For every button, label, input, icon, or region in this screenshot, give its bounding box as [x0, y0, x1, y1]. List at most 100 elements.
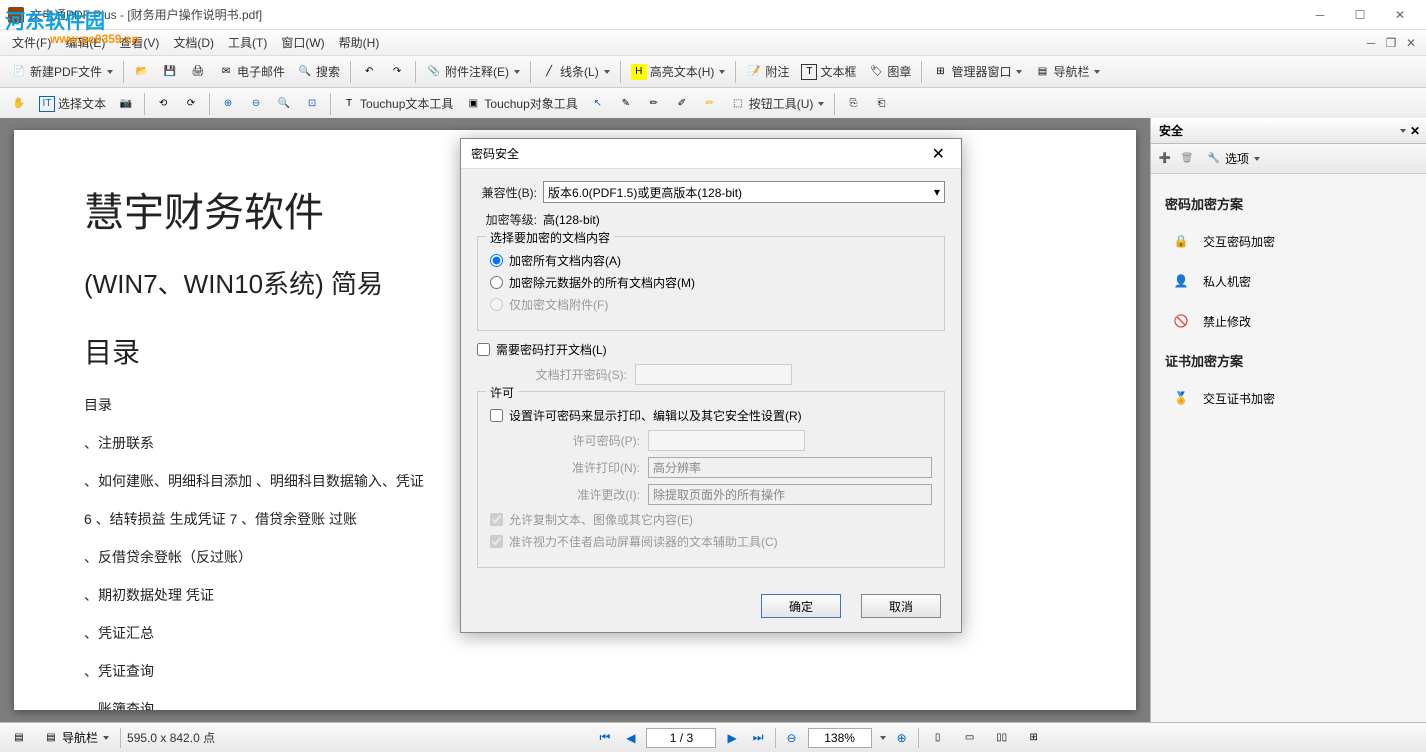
- page-input[interactable]: [646, 728, 716, 748]
- nav-bar-button[interactable]: ▤导航栏: [1029, 59, 1105, 85]
- open-password-label: 文档打开密码(S):: [477, 366, 627, 383]
- status-toggle-1[interactable]: ▤: [6, 725, 32, 751]
- window-title: 文电通PDF Plus - [财务用户操作说明书.pdf]: [30, 6, 262, 23]
- title-bar: 文电通PDF Plus - [财务用户操作说明书.pdf] ─ ☐ ✕: [0, 0, 1426, 30]
- maximize-button[interactable]: ☐: [1342, 3, 1378, 27]
- dialog-close-button[interactable]: ✕: [926, 142, 951, 166]
- last-page[interactable]: ⏭: [748, 725, 769, 751]
- no-edit-icon: 🚫: [1169, 309, 1193, 333]
- scheme-interactive-cert[interactable]: 🏅 交互证书加密: [1165, 378, 1412, 418]
- email-button[interactable]: ✉电子邮件: [213, 59, 290, 85]
- group1-title: 选择要加密的文档内容: [486, 229, 614, 246]
- ok-button[interactable]: 确定: [761, 594, 841, 618]
- menu-tools[interactable]: 工具(T): [222, 31, 273, 54]
- copy-tool[interactable]: ⎘: [840, 91, 866, 117]
- radio-encrypt-all[interactable]: 加密所有文档内容(A): [490, 252, 932, 269]
- rotate-ccw[interactable]: ⟲: [150, 91, 176, 117]
- panel-dropdown-icon[interactable]: [1400, 129, 1406, 133]
- security-panel: 安全 ✕ ➕ 🗑 🔧选项 密码加密方案 🔒 交互密码加密 👤 私人机密 🚫 禁止…: [1150, 118, 1426, 722]
- zoom-out[interactable]: ⊖: [243, 91, 269, 117]
- zoom-out-status[interactable]: ⊖: [782, 725, 802, 751]
- certificate-icon: 🏅: [1169, 386, 1193, 410]
- edit-tool-1[interactable]: ✎: [613, 91, 639, 117]
- fit-page[interactable]: ⊡: [299, 91, 325, 117]
- next-page[interactable]: ▶: [722, 725, 741, 751]
- group2-title: 许可: [486, 384, 518, 401]
- menu-file[interactable]: 文件(F): [6, 31, 57, 54]
- select-text-tool[interactable]: IT选择文本: [34, 91, 111, 117]
- save-button[interactable]: 💾: [157, 59, 183, 85]
- first-page[interactable]: ⏮: [594, 725, 615, 751]
- open-button[interactable]: 📂: [129, 59, 155, 85]
- edit-tool-2[interactable]: ✏: [641, 91, 667, 117]
- layout-continuous[interactable]: ▭: [957, 725, 983, 751]
- panel-close[interactable]: ✕: [1410, 124, 1420, 138]
- compat-select[interactable]: 版本6.0(PDF1.5)或更高版本(128-bit)▾: [543, 181, 945, 203]
- arrow-tool[interactable]: ↖: [585, 91, 611, 117]
- rotate-cw[interactable]: ⟳: [178, 91, 204, 117]
- menu-edit[interactable]: 编辑(E): [59, 31, 111, 54]
- radio-encrypt-attachments: 仅加密文档附件(F): [490, 296, 932, 313]
- password-security-dialog: 密码安全 ✕ 兼容性(B): 版本6.0(PDF1.5)或更高版本(128-bi…: [460, 138, 962, 633]
- check-set-permissions[interactable]: 设置许可密码来显示打印、编辑以及其它安全性设置(R): [490, 407, 932, 424]
- snapshot-tool[interactable]: 📷: [113, 91, 139, 117]
- radio-encrypt-except-meta[interactable]: 加密除元数据外的所有文档内容(M): [490, 274, 932, 291]
- touchup-text-tool[interactable]: TTouchup文本工具: [336, 91, 458, 117]
- highlighter-tool[interactable]: ✏: [697, 91, 723, 117]
- mdi-restore[interactable]: ❐: [1382, 36, 1400, 50]
- menu-view[interactable]: 查看(V): [113, 31, 165, 54]
- mdi-minimize[interactable]: ─: [1362, 36, 1380, 50]
- stamp-button[interactable]: 🏷图章: [863, 59, 916, 85]
- attach-note-button[interactable]: 📎附件注释(E): [421, 59, 525, 85]
- new-pdf-button[interactable]: 📄新建PDF文件: [6, 59, 118, 85]
- line-button[interactable]: ╱线条(L): [536, 59, 615, 85]
- marquee-zoom[interactable]: 🔍: [271, 91, 297, 117]
- textbox-button[interactable]: T文本框: [796, 59, 861, 85]
- menu-bar: 文件(F) 编辑(E) 查看(V) 文档(D) 工具(T) 窗口(W) 帮助(H…: [0, 30, 1426, 56]
- menu-help[interactable]: 帮助(H): [333, 31, 386, 54]
- zoom-in-status[interactable]: ⊕: [892, 725, 912, 751]
- scheme-interactive-password[interactable]: 🔒 交互密码加密: [1165, 221, 1412, 261]
- dialog-title-bar[interactable]: 密码安全 ✕: [461, 139, 961, 169]
- mdi-close[interactable]: ✕: [1402, 36, 1420, 50]
- scheme-no-modify[interactable]: 🚫 禁止修改: [1165, 301, 1412, 341]
- touchup-object-tool[interactable]: ▣Touchup对象工具: [460, 91, 582, 117]
- undo-button[interactable]: ↶: [356, 59, 382, 85]
- delete-scheme-icon[interactable]: 🗑: [1179, 151, 1195, 167]
- menu-document[interactable]: 文档(D): [167, 31, 220, 54]
- zoom-dropdown[interactable]: [880, 736, 886, 740]
- search-button[interactable]: 🔍搜索: [292, 59, 345, 85]
- layout-single[interactable]: ▯: [925, 725, 951, 751]
- section-password: 密码加密方案: [1165, 194, 1412, 213]
- paste-tool[interactable]: ⎗: [868, 91, 894, 117]
- app-icon: [8, 7, 24, 23]
- panel-title-bar: 安全 ✕: [1151, 118, 1426, 144]
- check-require-open-password[interactable]: 需要密码打开文档(L): [477, 341, 945, 358]
- cancel-button[interactable]: 取消: [861, 594, 941, 618]
- doc-line: 、凭证查询: [84, 661, 1066, 681]
- check-allow-copy: 允许复制文本、图像或其它内容(E): [490, 511, 932, 528]
- prev-page[interactable]: ◀: [621, 725, 640, 751]
- redo-button[interactable]: ↷: [384, 59, 410, 85]
- print-button[interactable]: 🖨: [185, 59, 211, 85]
- highlight-button[interactable]: H高亮文本(H): [626, 59, 731, 85]
- manager-window-button[interactable]: ⊞管理器窗口: [927, 59, 1027, 85]
- button-tool[interactable]: ⬚按钮工具(U): [725, 91, 830, 117]
- hand-tool[interactable]: ✋: [6, 91, 32, 117]
- edit-tool-3[interactable]: ✐: [669, 91, 695, 117]
- status-bar: ▤ ▤导航栏 595.0 x 842.0 点 ⏮ ◀ ▶ ⏭ ⊖ ⊕ ▯ ▭ ▯…: [0, 722, 1426, 752]
- perm-password-input: [648, 430, 805, 451]
- zoom-input[interactable]: [808, 728, 872, 748]
- layout-facing[interactable]: ▯▯: [989, 725, 1015, 751]
- layout-cont-facing[interactable]: ⊞: [1021, 725, 1047, 751]
- add-scheme-icon[interactable]: ➕: [1157, 151, 1173, 167]
- status-nav-button[interactable]: ▤导航栏: [38, 725, 114, 751]
- options-button[interactable]: 🔧选项: [1201, 146, 1265, 172]
- note-button[interactable]: 📝附注: [741, 59, 794, 85]
- zoom-in[interactable]: ⊕: [215, 91, 241, 117]
- menu-window[interactable]: 窗口(W): [275, 31, 330, 54]
- section-certificate: 证书加密方案: [1165, 351, 1412, 370]
- minimize-button[interactable]: ─: [1302, 3, 1338, 27]
- close-button[interactable]: ✕: [1382, 3, 1418, 27]
- scheme-private[interactable]: 👤 私人机密: [1165, 261, 1412, 301]
